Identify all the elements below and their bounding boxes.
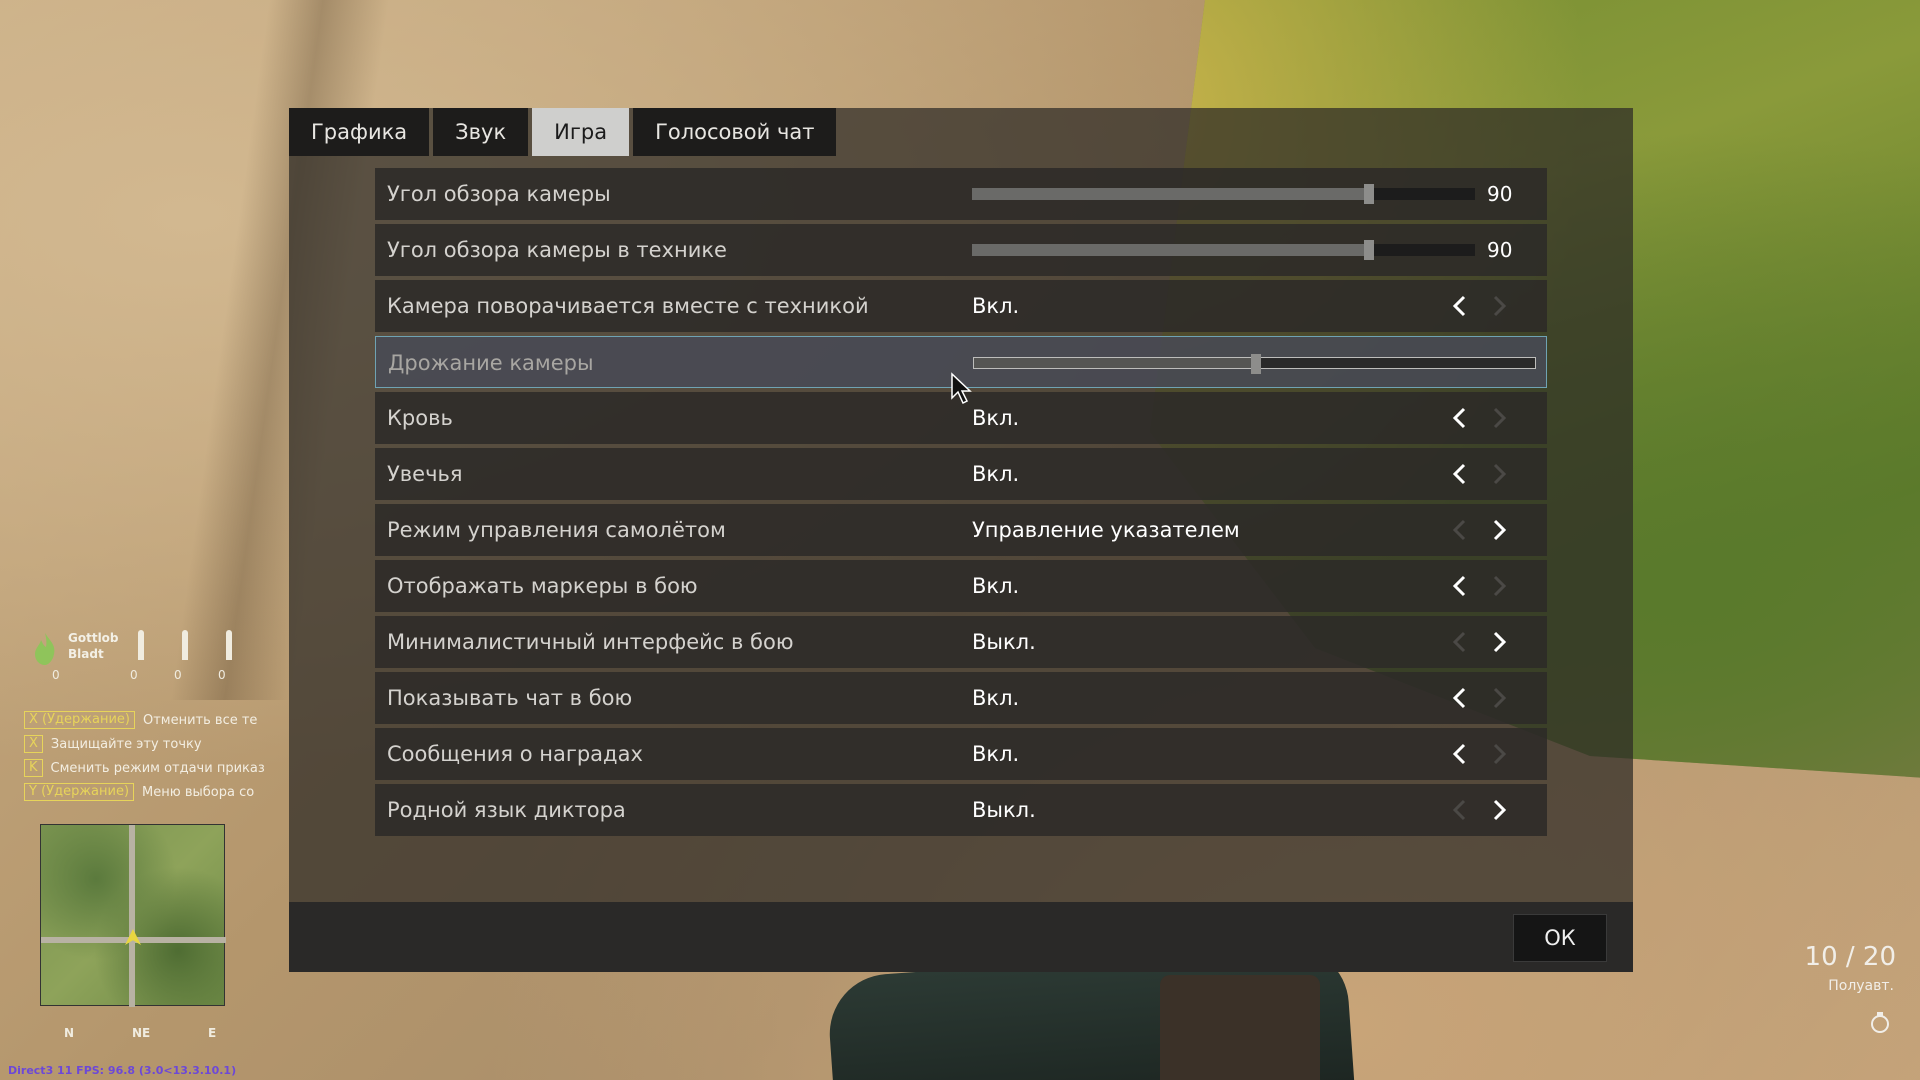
command-text: Защищайте эту точку xyxy=(50,736,202,752)
key-hint: Y (Удержание) xyxy=(24,783,135,801)
command-hint: X Защищайте эту точку xyxy=(24,732,313,756)
chevron-left-icon[interactable] xyxy=(1447,573,1473,599)
setting-value: Выкл. xyxy=(972,630,1036,654)
options-window: Графика Звук Игра Голосовой чат Угол обз… xyxy=(289,108,1633,972)
setting-label: Минималистичный интерфейс в бою xyxy=(387,630,794,654)
chevron-left-icon[interactable] xyxy=(1447,685,1473,711)
slider-fill xyxy=(974,358,1256,368)
key-hint: X xyxy=(24,735,43,753)
setting-label: Камера поворачивается вместе с техникой xyxy=(387,294,869,318)
setting-slider[interactable] xyxy=(972,240,1475,260)
chevron-right-icon[interactable] xyxy=(1486,517,1512,543)
squad-leader-name: Gottlob Bladt xyxy=(68,631,119,661)
setting-label: Режим управления самолётом xyxy=(387,518,726,542)
tab-voice-chat[interactable]: Голосовой чат xyxy=(633,108,837,156)
compass-label: NE xyxy=(132,1026,151,1040)
options-tabs: Графика Звук Игра Голосовой чат xyxy=(289,108,837,156)
setting-row[interactable]: Увечья Вкл. xyxy=(375,448,1547,500)
command-text: Сменить режим отдачи приказ xyxy=(50,760,265,776)
key-hint: K xyxy=(24,759,43,777)
flame-icon xyxy=(35,633,55,665)
minimap[interactable] xyxy=(40,824,226,1007)
setting-row[interactable]: Камера поворачивается вместе с техникой В… xyxy=(375,280,1547,332)
setting-row[interactable]: Угол обзора камеры в технике 90 xyxy=(375,224,1547,276)
chevron-right-icon[interactable] xyxy=(1486,461,1512,487)
compass-label: N xyxy=(64,1026,75,1040)
squad-commands: X (Удержание) Отменить все те X Защищайт… xyxy=(24,708,313,804)
setting-row[interactable]: Отображать маркеры в бою Вкл. xyxy=(375,560,1547,612)
soldier-slot: 0 xyxy=(130,630,154,700)
setting-label: Показывать чат в бою xyxy=(387,686,633,710)
options-footer: ОК xyxy=(289,902,1633,972)
setting-slider[interactable] xyxy=(972,184,1475,204)
command-hint: Y (Удержание) Меню выбора со xyxy=(24,780,313,804)
command-text: Отменить все те xyxy=(142,712,258,728)
setting-label: Увечья xyxy=(387,462,463,486)
setting-value: Выкл. xyxy=(972,798,1036,822)
slider-fill xyxy=(972,244,1369,256)
slider-thumb[interactable] xyxy=(1251,354,1261,374)
setting-value: Вкл. xyxy=(972,462,1020,486)
slider-fill xyxy=(972,188,1369,200)
slider-value: 90 xyxy=(1487,238,1513,262)
setting-row[interactable]: Режим управления самолётом Управление ука… xyxy=(375,504,1547,556)
settings-list: Угол обзора камеры 90 Угол обзора камеры в… xyxy=(375,168,1547,840)
setting-slider[interactable] xyxy=(973,354,1536,374)
minimap-road xyxy=(129,825,135,1007)
mouse-cursor-icon xyxy=(951,372,972,405)
chevron-right-icon[interactable] xyxy=(1486,685,1512,711)
ok-button[interactable]: ОК xyxy=(1513,914,1607,962)
setting-label: Кровь xyxy=(387,406,453,430)
command-text: Меню выбора со xyxy=(142,784,255,800)
setting-label: Дрожание камеры xyxy=(388,351,594,375)
ammo-counter: 10 / 20 xyxy=(1804,942,1896,972)
setting-value: Вкл. xyxy=(972,294,1020,318)
chevron-left-icon[interactable] xyxy=(1447,461,1473,487)
setting-label: Угол обзора камеры xyxy=(387,182,611,206)
chevron-left-icon[interactable] xyxy=(1447,517,1473,543)
chevron-left-icon[interactable] xyxy=(1447,405,1473,431)
setting-row[interactable]: Угол обзора камеры 90 xyxy=(375,168,1547,220)
setting-label: Отображать маркеры в бою xyxy=(387,574,698,598)
tab-game[interactable]: Игра xyxy=(532,108,630,156)
fps-counter: Direct3 11 FPS: 96.8 (3.0<13.3.10.1) xyxy=(8,1064,237,1077)
key-hint: X (Удержание) xyxy=(24,711,135,729)
setting-label: Угол обзора камеры в технике xyxy=(387,238,727,262)
weapon-receiver xyxy=(1160,975,1320,1080)
chevron-right-icon[interactable] xyxy=(1486,629,1512,655)
setting-row[interactable]: Сообщения о наградах Вкл. xyxy=(375,728,1547,780)
chevron-left-icon[interactable] xyxy=(1447,741,1473,767)
chevron-left-icon[interactable] xyxy=(1447,293,1473,319)
setting-value: Вкл. xyxy=(972,742,1020,766)
setting-label: Родной язык диктора xyxy=(387,798,626,822)
chevron-right-icon[interactable] xyxy=(1486,405,1512,431)
soldier-slot: 0 xyxy=(218,630,242,700)
tab-sound[interactable]: Звук xyxy=(433,108,529,156)
setting-value: Управление указателем xyxy=(972,518,1240,542)
setting-value: Вкл. xyxy=(972,574,1020,598)
setting-value: Вкл. xyxy=(972,406,1020,430)
grenade-icon xyxy=(1871,1012,1889,1033)
compass: N NE E xyxy=(40,1012,225,1042)
command-hint: X (Удержание) Отменить все те xyxy=(24,708,313,732)
soldier-slot: 0 xyxy=(174,630,198,700)
chevron-left-icon[interactable] xyxy=(1447,629,1473,655)
fire-mode: Полуавт. xyxy=(1828,978,1894,994)
setting-label: Сообщения о наградах xyxy=(387,742,643,766)
chevron-right-icon[interactable] xyxy=(1486,741,1512,767)
slider-thumb[interactable] xyxy=(1364,240,1374,260)
command-hint: K Сменить режим отдачи приказ xyxy=(24,756,313,780)
chevron-right-icon[interactable] xyxy=(1486,293,1512,319)
chevron-right-icon[interactable] xyxy=(1486,797,1512,823)
compass-label: E xyxy=(208,1026,217,1040)
tab-graphics[interactable]: Графика xyxy=(289,108,430,156)
slider-value: 90 xyxy=(1487,182,1513,206)
setting-value: Вкл. xyxy=(972,686,1020,710)
chevron-right-icon[interactable] xyxy=(1486,573,1512,599)
setting-row[interactable]: Родной язык диктора Выкл. xyxy=(375,784,1547,836)
slider-thumb[interactable] xyxy=(1364,184,1374,204)
setting-row[interactable]: Минималистичный интерфейс в бою Выкл. xyxy=(375,616,1547,668)
chevron-left-icon[interactable] xyxy=(1447,797,1473,823)
setting-row[interactable]: Показывать чат в бою Вкл. xyxy=(375,672,1547,724)
